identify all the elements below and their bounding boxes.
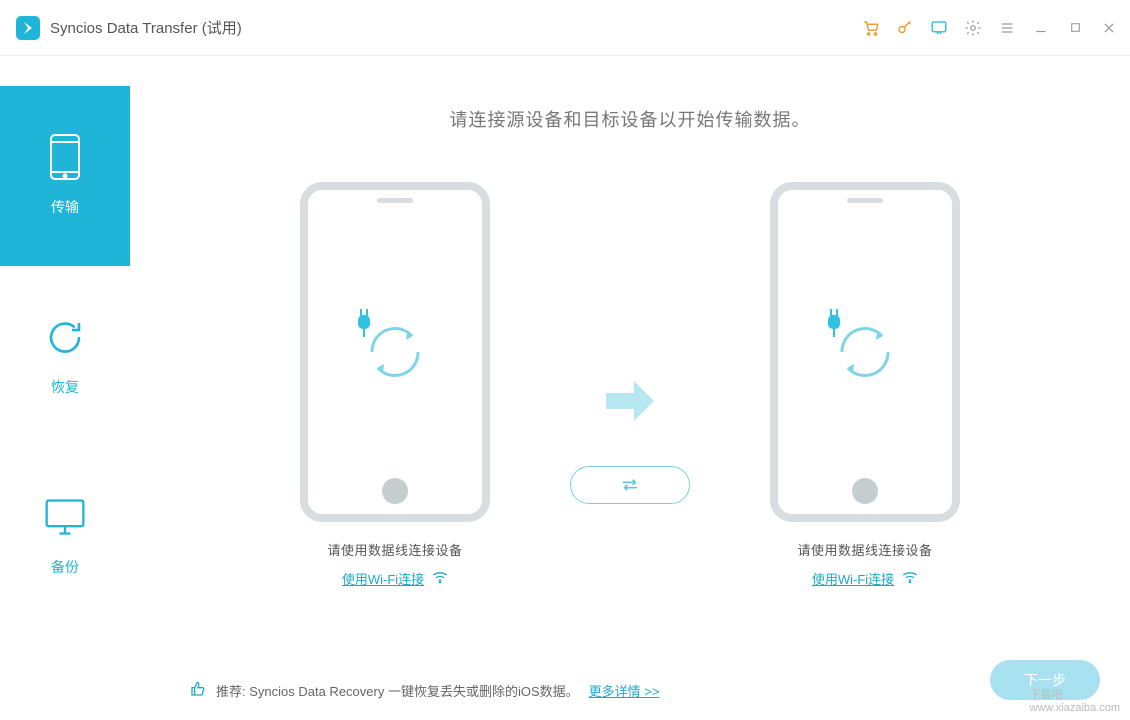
sidebar-item-label: 传输 xyxy=(51,197,79,217)
main-content: 请连接源设备和目标设备以开始传输数据。 xyxy=(130,56,1130,720)
sidebar-item-restore[interactable]: 恢复 xyxy=(0,266,130,446)
promo-text: 推荐: Syncios Data Recovery 一键恢复丢失或删除的iOS数… xyxy=(216,681,579,700)
more-details-link[interactable]: 更多详情 >> xyxy=(589,681,660,700)
monitor-icon xyxy=(43,495,87,539)
arrow-right-icon xyxy=(600,376,660,426)
source-caption: 请使用数据线连接设备 xyxy=(327,540,462,559)
home-button-icon xyxy=(382,478,408,504)
app-logo xyxy=(16,16,40,40)
menu-icon[interactable] xyxy=(998,19,1016,37)
target-device-placeholder xyxy=(770,182,960,522)
plug-icon xyxy=(822,309,908,395)
sidebar-item-transfer[interactable]: 传输 xyxy=(0,86,130,266)
source-device-placeholder xyxy=(300,182,490,522)
main-heading: 请连接源设备和目标设备以开始传输数据。 xyxy=(450,106,811,132)
wifi-link-label: 使用Wi-Fi连接 xyxy=(342,569,424,588)
watermark: 下载吧 www.xiazaiba.com xyxy=(1030,686,1120,714)
plug-icon xyxy=(352,309,438,395)
wifi-link-label: 使用Wi-Fi连接 xyxy=(812,569,894,588)
app-title: Syncios Data Transfer (试用) xyxy=(50,17,862,38)
footer-promo: 推荐: Syncios Data Recovery 一键恢复丢失或删除的iOS数… xyxy=(190,681,659,700)
center-controls xyxy=(570,266,690,504)
home-button-icon xyxy=(852,478,878,504)
close-icon[interactable] xyxy=(1100,19,1118,37)
sidebar-item-label: 备份 xyxy=(51,557,79,577)
wifi-icon xyxy=(432,570,448,588)
thumbs-up-icon xyxy=(190,681,206,700)
titlebar: Syncios Data Transfer (试用) xyxy=(0,0,1130,56)
swap-icon xyxy=(619,477,641,493)
loading-spinner-icon xyxy=(352,309,438,395)
gear-icon[interactable] xyxy=(964,19,982,37)
target-device-column: 请使用数据线连接设备 使用Wi-Fi连接 xyxy=(770,182,960,588)
loading-spinner-icon xyxy=(822,309,908,395)
watermark-line: 下载吧 xyxy=(1030,686,1120,702)
minimize-icon[interactable] xyxy=(1032,19,1050,37)
swap-button[interactable] xyxy=(570,466,690,504)
devices-row: 请使用数据线连接设备 使用Wi-Fi连接 xyxy=(170,182,1090,588)
source-device-column: 请使用数据线连接设备 使用Wi-Fi连接 xyxy=(300,182,490,588)
source-wifi-link[interactable]: 使用Wi-Fi连接 xyxy=(342,569,448,588)
key-icon[interactable] xyxy=(896,19,914,37)
sidebar-item-label: 恢复 xyxy=(51,377,79,397)
refresh-icon xyxy=(43,315,87,359)
target-caption: 请使用数据线连接设备 xyxy=(797,540,932,559)
maximize-icon[interactable] xyxy=(1066,19,1084,37)
phone-icon xyxy=(43,135,87,179)
wifi-icon xyxy=(902,570,918,588)
sidebar: 传输 恢复 备份 xyxy=(0,56,130,720)
watermark-line: www.xiazaiba.com xyxy=(1030,702,1120,714)
sidebar-item-backup[interactable]: 备份 xyxy=(0,446,130,626)
titlebar-controls xyxy=(862,19,1118,37)
cart-icon[interactable] xyxy=(862,19,880,37)
target-wifi-link[interactable]: 使用Wi-Fi连接 xyxy=(812,569,918,588)
feedback-icon[interactable] xyxy=(930,19,948,37)
